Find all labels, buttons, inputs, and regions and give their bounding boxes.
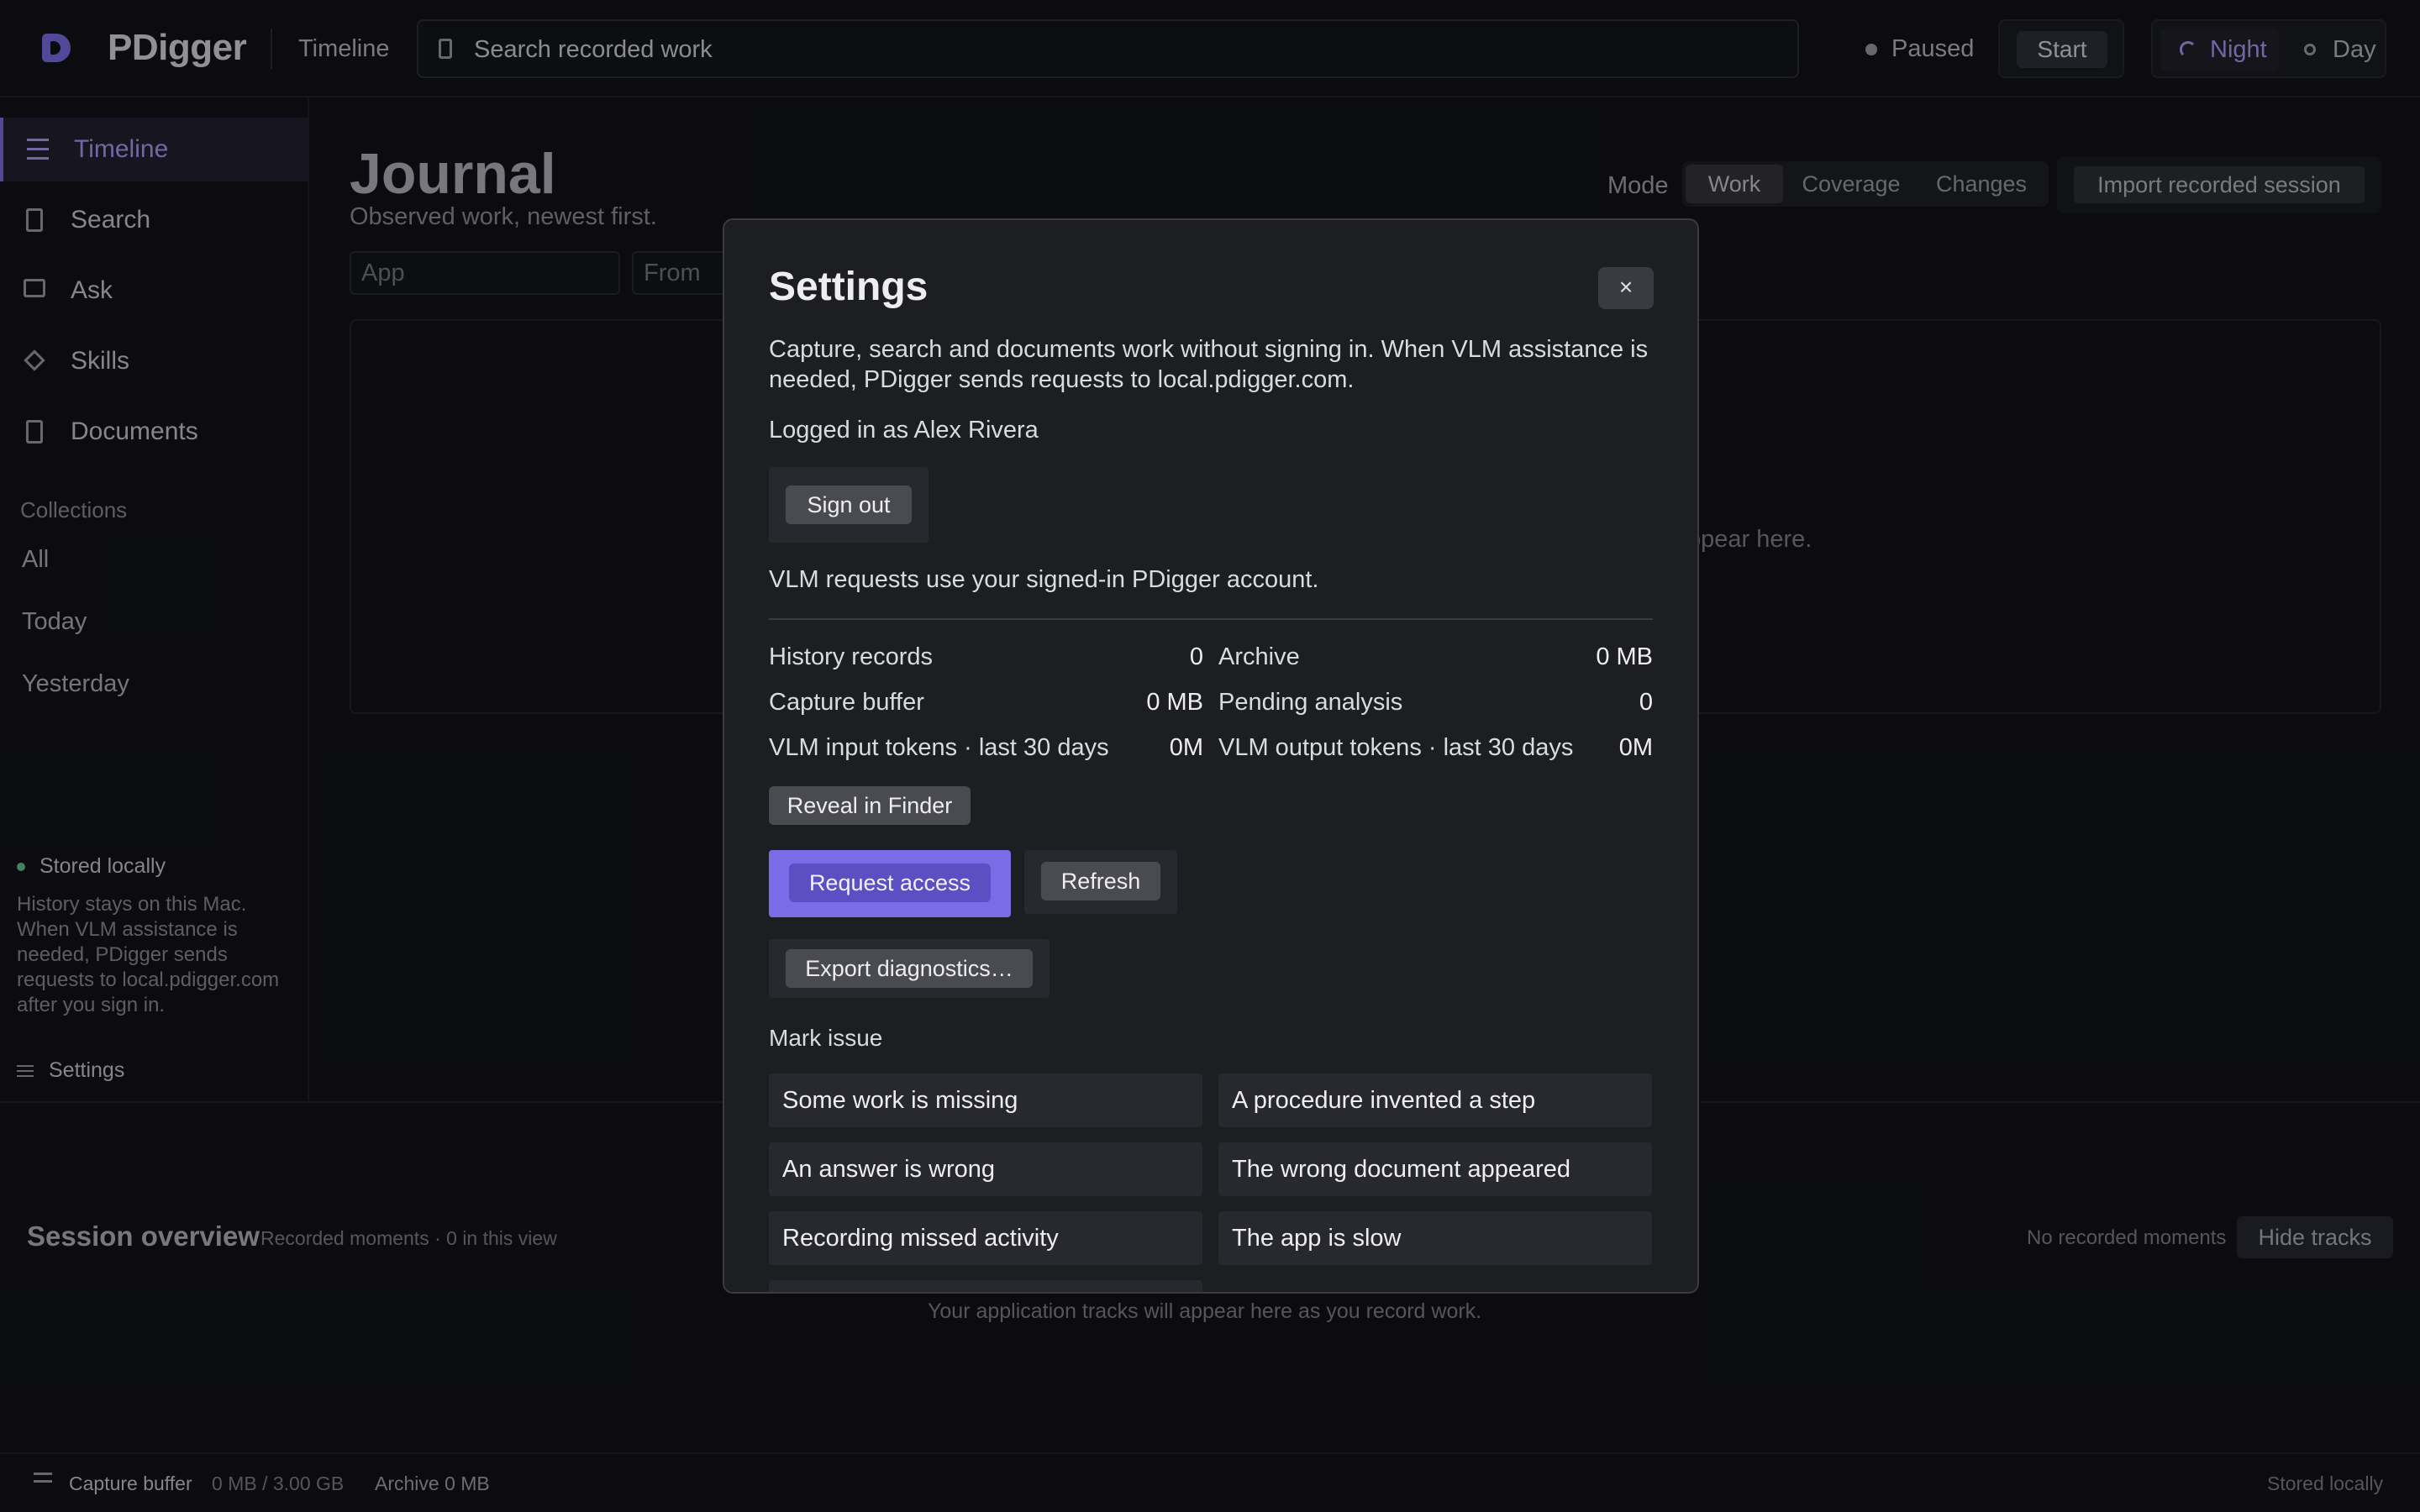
logged-in-text: Logged in as Alex Rivera xyxy=(769,417,1039,444)
sign-out-button[interactable]: Sign out xyxy=(786,486,912,524)
issue-option[interactable]: An answer is wrong xyxy=(769,1142,1202,1196)
capture-buffer-value: 0 MB xyxy=(1146,689,1203,716)
history-records-value: 0 xyxy=(1189,643,1203,670)
issue-option[interactable]: The wrong document appeared xyxy=(1218,1142,1652,1196)
archive-label: Archive xyxy=(1218,643,1300,670)
settings-dialog: Settings × Capture, search and documents… xyxy=(723,218,1699,1294)
capture-buffer-label: Capture buffer xyxy=(769,689,924,716)
dialog-title: Settings xyxy=(769,265,929,309)
history-records-label: History records xyxy=(769,643,933,670)
refresh-container: Refresh xyxy=(1024,850,1177,914)
vlm-input-tokens-label: VLM input tokens · last 30 days xyxy=(769,734,1109,761)
vlm-output-tokens-value: 0M xyxy=(1618,734,1653,761)
mark-issue-heading: Mark issue xyxy=(769,1025,883,1051)
reveal-in-finder-button[interactable]: Reveal in Finder xyxy=(769,786,971,825)
issue-option-partial[interactable] xyxy=(769,1280,1202,1292)
pending-analysis-label: Pending analysis xyxy=(1218,689,1403,716)
refresh-button[interactable]: Refresh xyxy=(1041,862,1160,900)
divider xyxy=(769,618,1653,620)
vlm-input-tokens-value: 0M xyxy=(1169,734,1203,761)
dialog-description: Capture, search and documents work witho… xyxy=(769,336,1649,393)
archive-value: 0 MB xyxy=(1596,643,1653,670)
close-icon[interactable]: × xyxy=(1598,267,1654,309)
issue-option[interactable]: The app is slow xyxy=(1218,1211,1652,1265)
export-diagnostics-button[interactable]: Export diagnostics… xyxy=(786,949,1033,988)
issue-option[interactable]: Recording missed activity xyxy=(769,1211,1202,1265)
request-access-button[interactable]: Request access xyxy=(789,864,991,902)
vlm-output-tokens-label: VLM output tokens · last 30 days xyxy=(1218,734,1574,761)
issue-option[interactable]: A procedure invented a step xyxy=(1218,1074,1652,1127)
sign-out-container: Sign out xyxy=(769,467,929,543)
request-access-container: Request access xyxy=(769,850,1011,917)
issue-option[interactable]: Some work is missing xyxy=(769,1074,1202,1127)
export-container: Export diagnostics… xyxy=(769,939,1050,998)
vlm-note: VLM requests use your signed-in PDigger … xyxy=(769,566,1319,593)
pending-analysis-value: 0 xyxy=(1639,689,1653,716)
